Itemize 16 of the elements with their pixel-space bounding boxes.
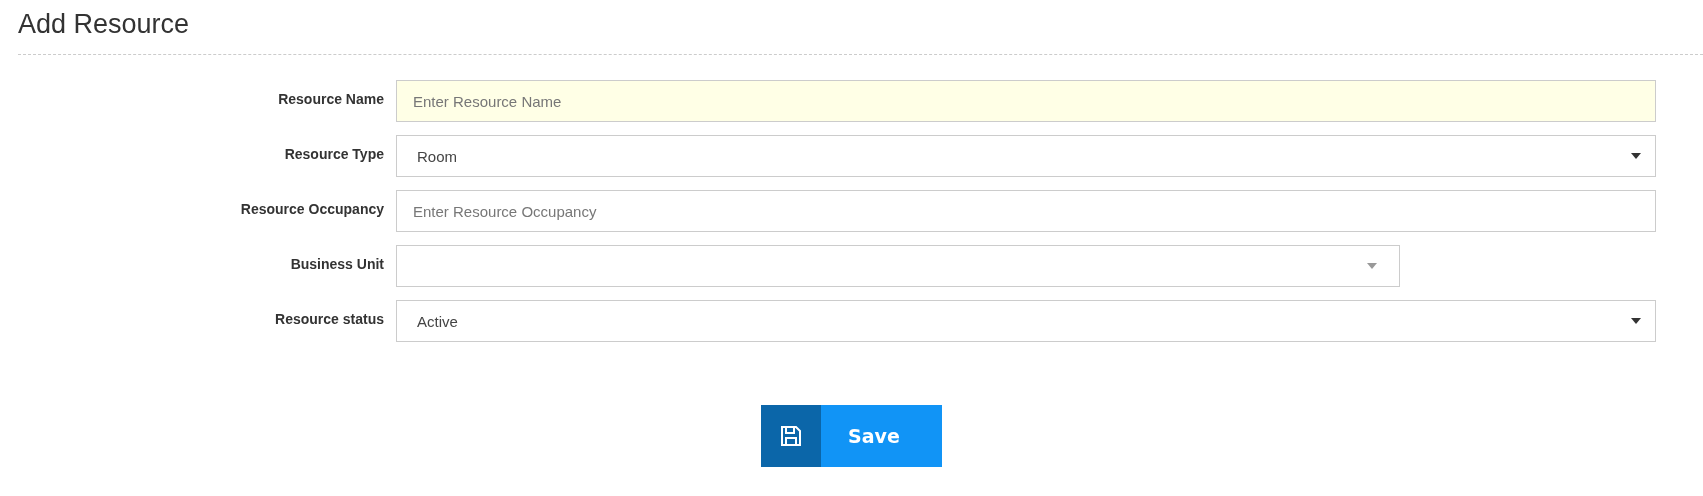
field-label: Resource status <box>274 310 384 327</box>
caret-icon <box>1367 263 1377 269</box>
dropdown-field[interactable]: Room <box>396 135 1656 177</box>
caret-icon <box>1631 153 1641 159</box>
field-label: Resource Type <box>283 145 384 162</box>
text-input[interactable]: Enter Resource Name <box>411 91 1641 111</box>
caret-icon <box>1631 318 1641 324</box>
field-label: Resource Occupancy <box>239 200 384 217</box>
field-label: Resource Name <box>277 90 384 107</box>
dropdown-field[interactable] <box>396 245 1400 287</box>
dropdown-field[interactable]: Active <box>396 300 1656 342</box>
text-field[interactable]: Enter Resource Occupancy <box>396 190 1656 232</box>
text-input[interactable]: Enter Resource Occupancy <box>411 201 1641 221</box>
text-field[interactable]: Enter Resource Name <box>396 80 1656 122</box>
field-label: Business Unit <box>289 255 384 272</box>
page-title: Add Resource <box>18 8 191 41</box>
